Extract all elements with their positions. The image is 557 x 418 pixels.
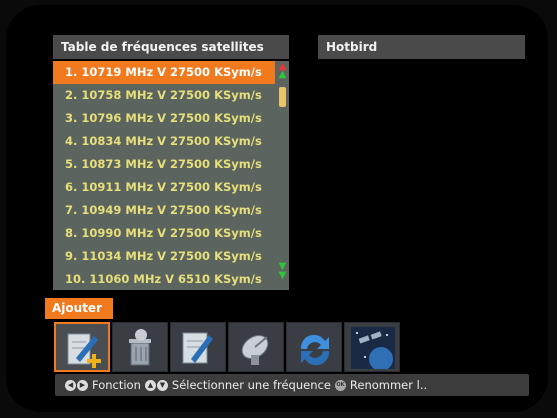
active-tool-label: Ajouter: [45, 298, 113, 319]
up-key-icon: [144, 380, 156, 391]
scroll-up-icon[interactable]: ▲: [277, 70, 288, 80]
frequency-row[interactable]: 10. 11060 MHz V 6510 KSym/s: [53, 268, 275, 291]
add-icon: [67, 333, 101, 368]
satellite-search-icon: [351, 327, 395, 369]
add-button[interactable]: [54, 322, 110, 372]
satellite-search-button[interactable]: [344, 322, 400, 372]
refresh-icon: [300, 334, 330, 366]
down-key-icon: [156, 380, 168, 391]
frequency-row[interactable]: 3. 10796 MHz V 27500 KSym/s: [53, 107, 275, 130]
dish-button[interactable]: [228, 322, 284, 372]
help-rename: Renommer l..: [349, 378, 428, 392]
left-key-icon: [65, 380, 76, 391]
page-down-icon[interactable]: ▼: [277, 271, 288, 281]
frequency-row[interactable]: 9. 11034 MHz V 27500 KSym/s: [53, 245, 275, 268]
frequency-row[interactable]: 1. 10719 MHz V 27500 KSym/s: [53, 61, 275, 84]
satellite-name: Hotbird: [318, 35, 525, 59]
frequency-table-title: Table de fréquences satellites: [53, 35, 289, 59]
frequency-row[interactable]: 8. 10990 MHz V 27500 KSym/s: [53, 222, 275, 245]
refresh-button[interactable]: [286, 322, 342, 372]
right-key-icon: [77, 380, 88, 391]
satellite-dish-icon: [241, 335, 269, 365]
edit-button[interactable]: [170, 322, 226, 372]
delete-icon: [129, 329, 151, 366]
scroll-thumb[interactable]: [279, 87, 286, 107]
frequency-row[interactable]: 6. 10911 MHz V 27500 KSym/s: [53, 176, 275, 199]
ok-key-icon: [334, 380, 346, 391]
tool-bar: [54, 322, 402, 372]
frequency-row[interactable]: 4. 10834 MHz V 27500 KSym/s: [53, 130, 275, 153]
help-select: Sélectionner une fréquence: [171, 378, 331, 392]
frequency-row[interactable]: 2. 10758 MHz V 27500 KSym/s: [53, 84, 275, 107]
list-scrollbar[interactable]: ▲ ▲ ▼ ▼: [276, 61, 289, 290]
help-bar: Fonction Sélectionner une fréquence Renomm…: [55, 374, 529, 396]
frequency-row[interactable]: 7. 10949 MHz V 27500 KSym/s: [53, 199, 275, 222]
delete-button[interactable]: [112, 322, 168, 372]
edit-icon: [182, 332, 213, 364]
frequency-row[interactable]: 5. 10873 MHz V 27500 KSym/s: [53, 153, 275, 176]
help-function: Fonction: [92, 378, 141, 392]
frequency-list: 1. 10719 MHz V 27500 KSym/s 2. 10758 MHz…: [53, 61, 289, 290]
